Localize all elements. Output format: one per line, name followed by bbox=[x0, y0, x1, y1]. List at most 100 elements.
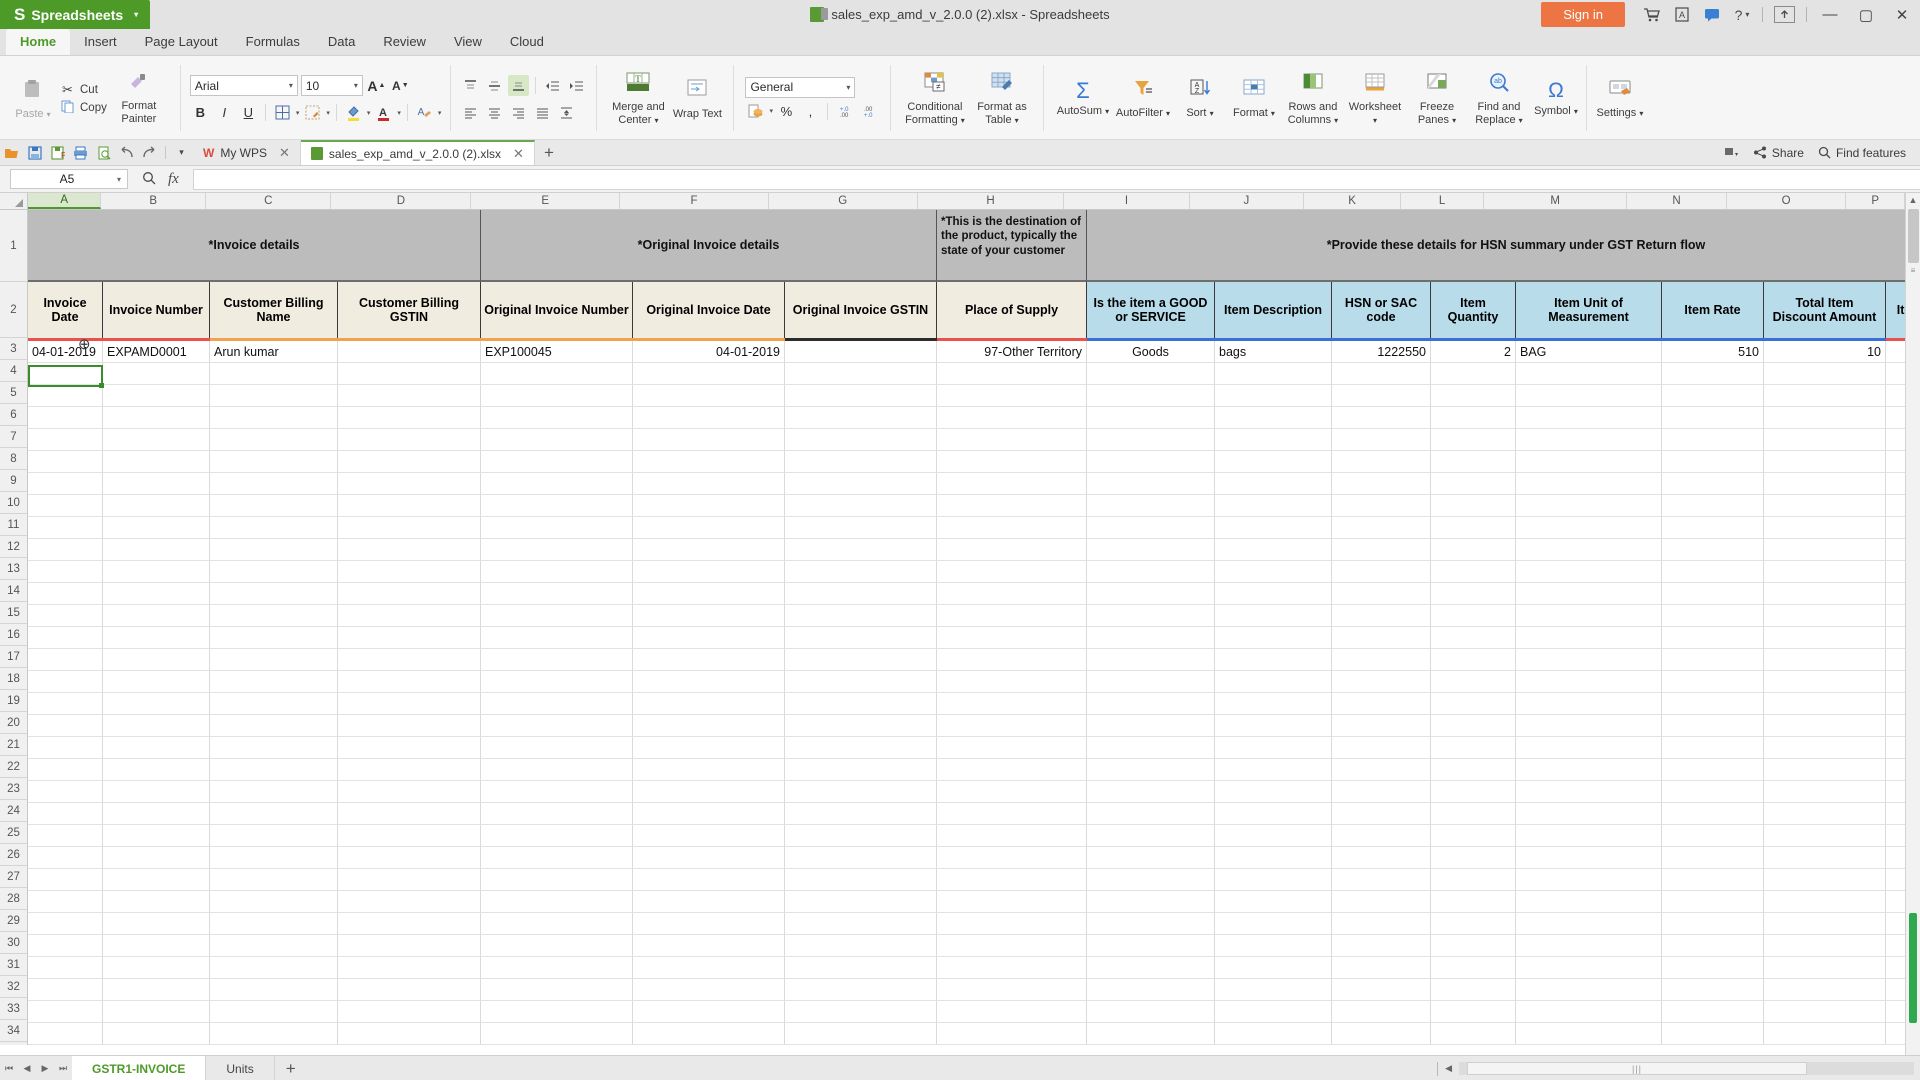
cell-d5[interactable] bbox=[338, 385, 481, 407]
cell-p15[interactable] bbox=[1886, 605, 1905, 627]
cell-j18[interactable] bbox=[1215, 671, 1332, 693]
cell-e32[interactable] bbox=[481, 979, 633, 1001]
cell-g24[interactable] bbox=[785, 803, 937, 825]
cell-g6[interactable] bbox=[785, 407, 937, 429]
cell-l8[interactable] bbox=[1431, 451, 1516, 473]
cell-g18[interactable] bbox=[785, 671, 937, 693]
format-as-table-button[interactable]: Format as Table ▾ bbox=[970, 59, 1034, 139]
cell-e25[interactable] bbox=[481, 825, 633, 847]
sort-button[interactable]: AZ Sort ▾ bbox=[1173, 59, 1227, 139]
row-header-29[interactable]: 29 bbox=[0, 910, 27, 932]
header-original-invoice-date[interactable]: Original Invoice Date bbox=[633, 282, 785, 338]
cell-g7[interactable] bbox=[785, 429, 937, 451]
cell-e18[interactable] bbox=[481, 671, 633, 693]
cell-p28[interactable] bbox=[1886, 891, 1905, 913]
cell-l34[interactable] bbox=[1431, 1023, 1516, 1045]
cell-m32[interactable] bbox=[1516, 979, 1662, 1001]
cell-g21[interactable] bbox=[785, 737, 937, 759]
cell-f5[interactable] bbox=[633, 385, 785, 407]
row-header-32[interactable]: 32 bbox=[0, 976, 27, 998]
cell-o22[interactable] bbox=[1764, 759, 1886, 781]
cell-h29[interactable] bbox=[937, 913, 1087, 935]
cell-l31[interactable] bbox=[1431, 957, 1516, 979]
cell-b20[interactable] bbox=[103, 715, 210, 737]
cell-j11[interactable] bbox=[1215, 517, 1332, 539]
cell-c25[interactable] bbox=[210, 825, 338, 847]
cell-e3[interactable]: EXP100045 bbox=[481, 341, 633, 363]
cell-d33[interactable] bbox=[338, 1001, 481, 1023]
cell-m14[interactable] bbox=[1516, 583, 1662, 605]
cell-m31[interactable] bbox=[1516, 957, 1662, 979]
cell-o31[interactable] bbox=[1764, 957, 1886, 979]
row-header-2[interactable]: 2 bbox=[0, 282, 27, 338]
cell-g16[interactable] bbox=[785, 627, 937, 649]
header-hsn-sac-code[interactable]: HSN or SAC code bbox=[1332, 282, 1431, 338]
cell-l21[interactable] bbox=[1431, 737, 1516, 759]
cell-b19[interactable] bbox=[103, 693, 210, 715]
cell-c24[interactable] bbox=[210, 803, 338, 825]
cell-h5[interactable] bbox=[937, 385, 1087, 407]
doc-tab-my-wps[interactable]: W My WPS ✕ bbox=[193, 140, 301, 165]
cell-c20[interactable] bbox=[210, 715, 338, 737]
cell-j34[interactable] bbox=[1215, 1023, 1332, 1045]
cell-i29[interactable] bbox=[1087, 913, 1215, 935]
cell-b9[interactable] bbox=[103, 473, 210, 495]
cell-k26[interactable] bbox=[1332, 847, 1431, 869]
cell-e29[interactable] bbox=[481, 913, 633, 935]
cell-e6[interactable] bbox=[481, 407, 633, 429]
cell-m10[interactable] bbox=[1516, 495, 1662, 517]
comment-icon[interactable] bbox=[1697, 0, 1727, 29]
cell-i11[interactable] bbox=[1087, 517, 1215, 539]
chevron-down-icon[interactable]: ▾ bbox=[367, 109, 371, 117]
banner-invoice-details[interactable]: *Invoice details bbox=[28, 210, 481, 282]
cell-p8[interactable] bbox=[1886, 451, 1905, 473]
cell-m17[interactable] bbox=[1516, 649, 1662, 671]
row-header-11[interactable]: 11 bbox=[0, 514, 27, 536]
cell-i8[interactable] bbox=[1087, 451, 1215, 473]
cell-k5[interactable] bbox=[1332, 385, 1431, 407]
chevron-down-icon[interactable]: ▾ bbox=[438, 109, 442, 117]
cell-o34[interactable] bbox=[1764, 1023, 1886, 1045]
close-icon[interactable]: ✕ bbox=[279, 145, 290, 161]
cell-c30[interactable] bbox=[210, 935, 338, 957]
chevron-down-icon[interactable]: ▾ bbox=[769, 107, 773, 115]
cell-d23[interactable] bbox=[338, 781, 481, 803]
copy-button[interactable]: Copy bbox=[60, 100, 107, 116]
cell-n13[interactable] bbox=[1662, 561, 1764, 583]
cell-l20[interactable] bbox=[1431, 715, 1516, 737]
cell-b11[interactable] bbox=[103, 517, 210, 539]
cell-c23[interactable] bbox=[210, 781, 338, 803]
cell-j4[interactable] bbox=[1215, 363, 1332, 385]
cell-f34[interactable] bbox=[633, 1023, 785, 1045]
cell-c33[interactable] bbox=[210, 1001, 338, 1023]
chevron-down-icon[interactable]: ▾ bbox=[397, 109, 401, 117]
wrap-text-button[interactable]: Wrap Text bbox=[670, 59, 724, 139]
cell-g4[interactable] bbox=[785, 363, 937, 385]
cell-a6[interactable] bbox=[28, 407, 103, 429]
cell-b17[interactable] bbox=[103, 649, 210, 671]
cell-n7[interactable] bbox=[1662, 429, 1764, 451]
cell-p29[interactable] bbox=[1886, 913, 1905, 935]
cell-l4[interactable] bbox=[1431, 363, 1516, 385]
cell-o5[interactable] bbox=[1764, 385, 1886, 407]
cell-a5[interactable] bbox=[28, 385, 103, 407]
cell-a8[interactable] bbox=[28, 451, 103, 473]
increase-font-size-button[interactable]: A ▲ bbox=[366, 75, 387, 96]
cell-n28[interactable] bbox=[1662, 891, 1764, 913]
cell-k13[interactable] bbox=[1332, 561, 1431, 583]
cell-i28[interactable] bbox=[1087, 891, 1215, 913]
cell-i31[interactable] bbox=[1087, 957, 1215, 979]
cell-i14[interactable] bbox=[1087, 583, 1215, 605]
cell-i34[interactable] bbox=[1087, 1023, 1215, 1045]
cell-c8[interactable] bbox=[210, 451, 338, 473]
cell-m8[interactable] bbox=[1516, 451, 1662, 473]
header-customer-billing-gstin[interactable]: Customer Billing GSTIN bbox=[338, 282, 481, 338]
cell-i20[interactable] bbox=[1087, 715, 1215, 737]
cell-o12[interactable] bbox=[1764, 539, 1886, 561]
cell-i22[interactable] bbox=[1087, 759, 1215, 781]
cell-i5[interactable] bbox=[1087, 385, 1215, 407]
cell-j29[interactable] bbox=[1215, 913, 1332, 935]
cell-d3[interactable] bbox=[338, 341, 481, 363]
cell-o26[interactable] bbox=[1764, 847, 1886, 869]
cell-n30[interactable] bbox=[1662, 935, 1764, 957]
